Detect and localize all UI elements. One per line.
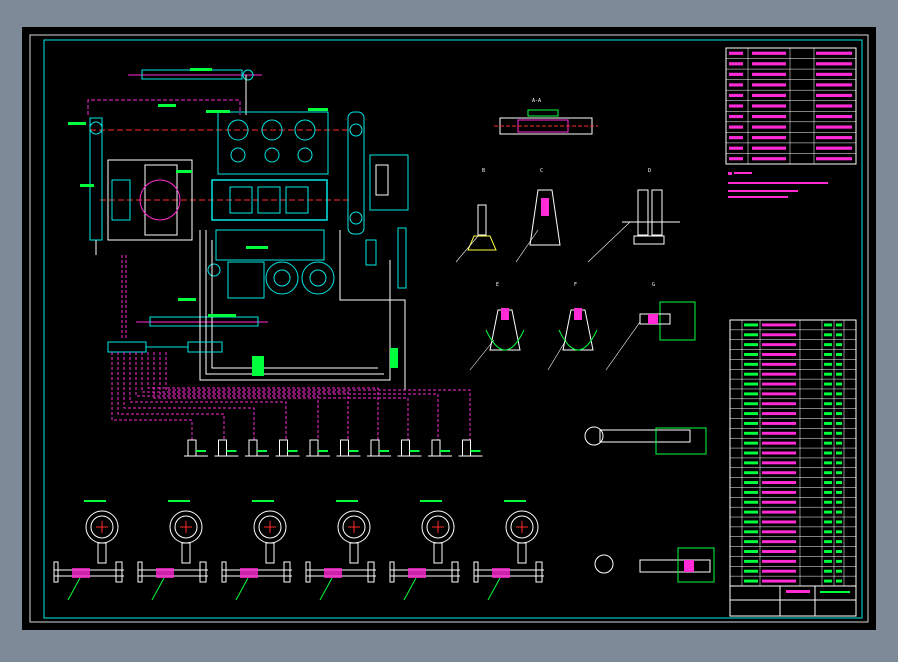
section-label-c: C — [540, 168, 543, 174]
cad-drawing: A-A B C D E F G — [22, 27, 876, 630]
section-label-b: B — [482, 168, 485, 174]
section-label-d: D — [648, 168, 651, 174]
section-label-e: E — [496, 282, 499, 288]
section-label-a: A-A — [532, 98, 541, 104]
section-label-g: G — [652, 282, 655, 288]
cad-viewport[interactable]: A-A B C D E F G — [0, 0, 898, 658]
section-label-f: F — [574, 282, 577, 288]
